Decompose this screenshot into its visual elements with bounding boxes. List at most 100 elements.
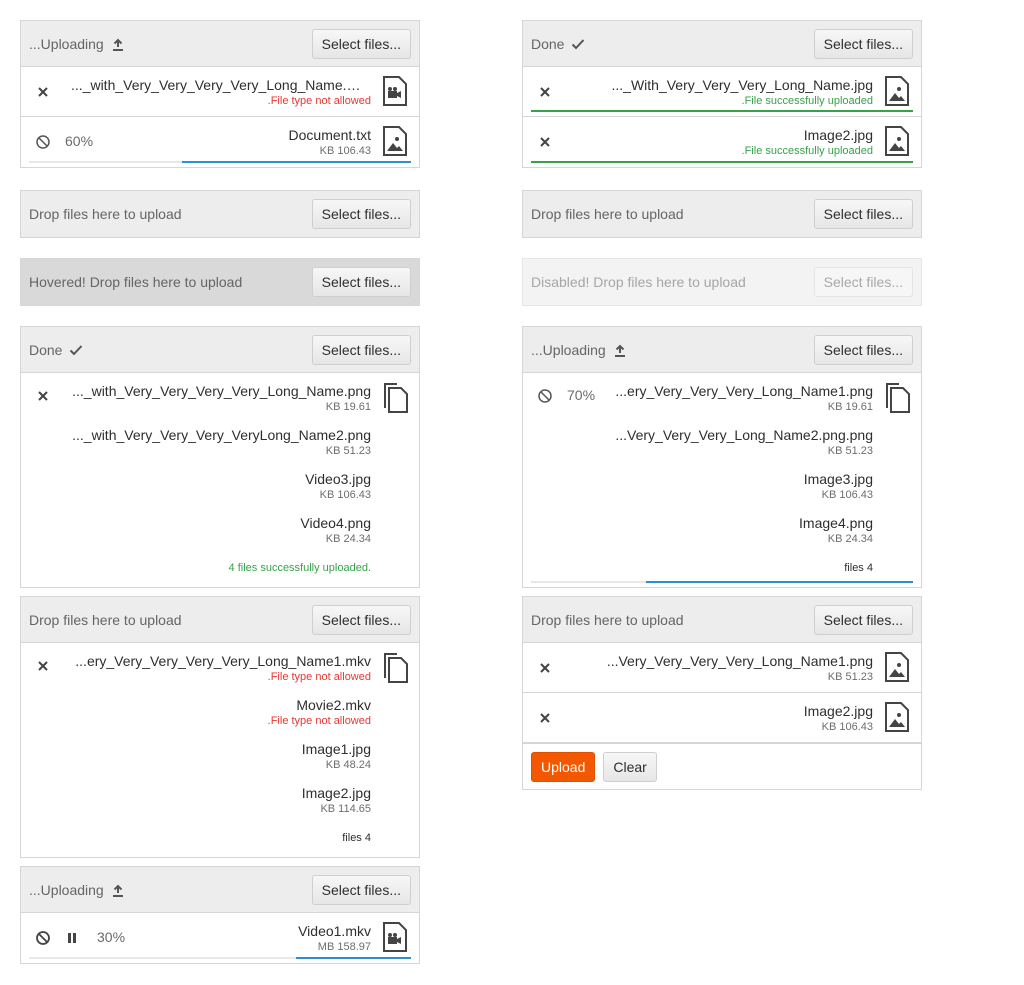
remove-icon[interactable]	[537, 710, 553, 726]
file-name: ..._With_Very_Very_Very_Long_Name.jpg	[611, 77, 874, 93]
status-text: Drop files here to upload	[29, 611, 182, 628]
file-size: KB 48.24	[325, 759, 371, 771]
select-files-button[interactable]: Select files...	[311, 199, 411, 229]
dropzone[interactable]: Done Select files...	[21, 327, 419, 373]
video-file-icon	[383, 922, 407, 952]
clear-button[interactable]: Clear	[603, 751, 657, 782]
dropzone[interactable]: Drop files here to upload Select files..…	[21, 191, 419, 237]
file-name: Movie2.mkv	[296, 697, 371, 713]
file-success: .File successfully uploaded	[741, 95, 873, 107]
file-size: KB 114.65	[320, 803, 371, 815]
list-item: ..._with_Very_Very_Very_Very_Long_Name.p…	[21, 383, 419, 427]
upload-empty-2: Drop files here to upload Select files..…	[522, 190, 922, 238]
file-name: Image1.jpg	[301, 741, 371, 757]
file-name: Image2.jpg	[803, 127, 873, 143]
file-row: ..._with_Very_Very_Very_Very_Long_Name.m…	[21, 67, 419, 117]
progress-track	[531, 581, 913, 583]
select-files-button[interactable]: Select files...	[311, 267, 411, 297]
image-file-icon	[885, 702, 909, 732]
file-size: KB 19.61	[827, 401, 873, 413]
file-size: KB 24.34	[827, 533, 873, 545]
upload-disabled: Disabled! Drop files here to upload Sele…	[522, 258, 922, 306]
dropzone[interactable]: ...Uploading Select files...	[21, 867, 419, 913]
list-item: ...Very_Very_Very_Long_Name2.png.png KB 5…	[523, 427, 921, 471]
batch-summary: files 4	[342, 832, 371, 844]
dropzone: Disabled! Drop files here to upload Sele…	[523, 259, 921, 305]
dropzone[interactable]: Hovered! Drop files here to upload Selec…	[21, 259, 419, 305]
file-name: ...ery_Very_Very_Very_Long_Name1.png	[615, 383, 873, 399]
file-size: KB 51.23	[325, 445, 371, 457]
file-row: Image2.jpg KB 106.43	[523, 693, 921, 743]
cancel-icon[interactable]	[35, 134, 51, 150]
select-files-button: Select files...	[813, 267, 913, 297]
file-name: Video4.png	[300, 515, 371, 531]
dropzone[interactable]: Drop files here to upload Select files..…	[21, 597, 419, 643]
status-text: Done	[531, 35, 565, 52]
image-file-icon	[885, 652, 909, 682]
upload-icon	[614, 344, 625, 357]
remove-icon[interactable]	[537, 134, 553, 150]
remove-icon[interactable]	[35, 84, 51, 100]
check-icon	[572, 38, 585, 49]
remove-icon[interactable]	[537, 660, 553, 676]
file-name: Image2.jpg	[301, 785, 371, 801]
status-text: Drop files here to upload	[531, 206, 684, 222]
file-list: ..._with_Very_Very_Very_Very_Long_Name.p…	[21, 373, 419, 587]
file-name: Video1.mkv	[298, 923, 371, 939]
progress-track	[531, 161, 913, 163]
status-text: ...Uploading	[531, 341, 606, 358]
file-name: Video3.jpg	[305, 471, 371, 487]
batch-summary: files 4	[844, 562, 873, 574]
select-files-button[interactable]: Select files...	[813, 334, 913, 365]
list-item: Movie2.mkv .File type not allowed	[21, 697, 419, 741]
file-row: 30% Video1.mkv MB 158.97	[21, 913, 419, 963]
select-files-button[interactable]: Select files...	[813, 604, 913, 635]
cancel-icon[interactable]	[35, 930, 51, 946]
file-name: Document.txt	[288, 127, 371, 143]
file-row: ..._With_Very_Very_Very_Long_Name.jpg .Fi…	[523, 67, 921, 117]
progress-bar	[645, 581, 913, 583]
select-files-button[interactable]: Select files...	[311, 28, 411, 59]
status-text: Disabled! Drop files here to upload	[531, 274, 746, 290]
upload-icon	[112, 38, 123, 51]
file-size: KB 106.43	[319, 145, 371, 157]
dropzone[interactable]: Drop files here to upload Select files..…	[523, 597, 921, 643]
check-icon	[70, 344, 83, 355]
select-files-button[interactable]: Select files...	[813, 28, 913, 59]
select-files-button[interactable]: Select files...	[311, 874, 411, 905]
dropzone[interactable]: ...Uploading Select files...	[523, 327, 921, 373]
list-item: Image3.jpg KB 106.43	[523, 471, 921, 515]
file-size: KB 106.43	[821, 489, 873, 501]
file-success: .File successfully uploaded	[741, 145, 873, 157]
dropzone[interactable]: Done Select files...	[523, 21, 921, 67]
upload-button[interactable]: Upload	[531, 751, 596, 782]
file-error: .File type not allowed	[267, 671, 371, 683]
select-files-button[interactable]: Select files...	[311, 334, 411, 365]
remove-icon[interactable]	[537, 84, 553, 100]
file-error: .File type not allowed	[267, 95, 371, 107]
upload-done-1: Done Select files... ..._With_Very_Very_…	[522, 20, 922, 168]
list-item: ...ery_Very_Very_Very_Very_Long_Name1.mk…	[21, 653, 419, 697]
file-name: Image4.png	[799, 515, 873, 531]
file-size: KB 51.23	[827, 445, 873, 457]
dropzone[interactable]: ...Uploading Select files...	[21, 21, 419, 67]
dropzone[interactable]: Drop files here to upload Select files..…	[523, 191, 921, 237]
upload-empty-1: Drop files here to upload Select files..…	[20, 190, 420, 238]
select-files-button[interactable]: Select files...	[813, 199, 913, 229]
upload-uploading-1: ...Uploading Select files... ..._with_Ve…	[20, 20, 420, 168]
file-size: KB 106.43	[319, 489, 371, 501]
list-item: Video4.png KB 24.34	[21, 515, 419, 559]
file-name: ...ery_Very_Very_Very_Very_Long_Name1.mk…	[75, 653, 371, 669]
progress-track	[531, 110, 913, 112]
status-text: ...Uploading	[29, 35, 104, 52]
file-name: ...Very_Very_Very_Very_Long_Name1.png	[606, 653, 873, 669]
upload-hovered: Hovered! Drop files here to upload Selec…	[20, 258, 420, 306]
list-item: Image1.jpg KB 48.24	[21, 741, 419, 785]
list-item: ..._with_Very_Very_Very_VeryLong_Name2.p…	[21, 427, 419, 471]
list-item: Video3.jpg KB 106.43	[21, 471, 419, 515]
select-files-button[interactable]: Select files...	[311, 604, 411, 635]
file-row: ...Very_Very_Very_Very_Long_Name1.png KB …	[523, 643, 921, 693]
file-row: 60% Document.txt KB 106.43	[21, 117, 419, 167]
upload-batch-done: Done Select files... ..._with_Very_Very_…	[20, 326, 420, 588]
pause-icon[interactable]	[64, 930, 80, 946]
